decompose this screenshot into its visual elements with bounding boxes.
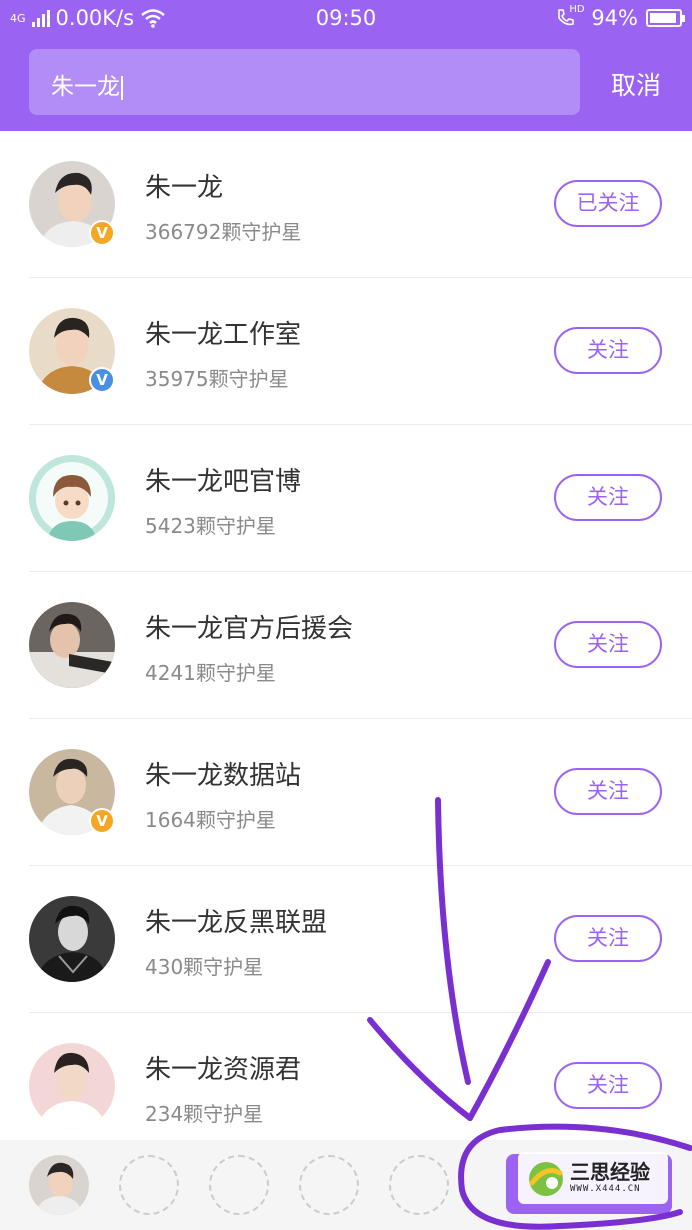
battery-fill <box>650 13 676 23</box>
watermark-url: WWW.X444.CN <box>570 1184 641 1194</box>
follow-button[interactable]: 关注 <box>554 915 662 962</box>
result-name: 朱一龙吧官博 <box>145 467 302 497</box>
verified-badge: V <box>89 367 115 393</box>
watermark-title: 三思经验 <box>570 1160 650 1184</box>
result-name: 朱一龙数据站 <box>145 761 302 791</box>
avatar <box>29 602 115 688</box>
status-bar: 4G 0.00K/s 09:50 HD 94% <box>0 0 692 38</box>
search-value: 朱一龙 <box>51 74 120 100</box>
selected-avatar[interactable] <box>29 1155 89 1215</box>
result-name: 朱一龙资源君 <box>145 1055 302 1085</box>
search-value-wrap: 朱一龙 <box>51 67 123 101</box>
watermark-icon <box>529 1162 563 1196</box>
avatar <box>29 896 115 982</box>
follow-button[interactable]: 关注 <box>554 768 662 815</box>
result-star-count: 366792颗守护星 <box>145 220 302 244</box>
follow-button[interactable]: 关注 <box>554 1062 662 1109</box>
follow-button[interactable]: 关注 <box>554 327 662 374</box>
result-star-count: 430颗守护星 <box>145 955 264 979</box>
search-input[interactable]: 朱一龙 <box>29 49 580 115</box>
follow-button[interactable]: 关注 <box>554 474 662 521</box>
list-item[interactable]: 朱一龙吧官博 5423颗守护星 关注 <box>0 425 692 572</box>
result-star-count: 35975颗守护星 <box>145 367 289 391</box>
empty-slot[interactable] <box>389 1155 449 1215</box>
text-caret <box>121 75 123 100</box>
list-item[interactable]: V 朱一龙工作室 35975颗守护星 关注 <box>0 278 692 425</box>
verified-badge: V <box>89 808 115 834</box>
verified-badge: V <box>89 220 115 246</box>
hd-label: HD <box>569 4 585 15</box>
result-name: 朱一龙 <box>145 173 224 203</box>
result-list: V 朱一龙 366792颗守护星 已关注 V 朱一龙工作室 35975颗守护星 … <box>0 131 692 1160</box>
empty-slot[interactable] <box>299 1155 359 1215</box>
empty-slot[interactable] <box>119 1155 179 1215</box>
result-star-count: 4241颗守护星 <box>145 661 276 685</box>
result-name: 朱一龙反黑联盟 <box>145 908 328 938</box>
result-name: 朱一龙官方后援会 <box>145 614 354 644</box>
avatar <box>29 1043 115 1129</box>
status-right: HD 94% <box>555 4 685 30</box>
list-item[interactable]: 朱一龙反黑联盟 430颗守护星 关注 <box>0 866 692 1013</box>
followed-button[interactable]: 已关注 <box>554 180 662 227</box>
result-star-count: 1664颗守护星 <box>145 808 276 832</box>
follow-button[interactable]: 关注 <box>554 621 662 668</box>
list-item[interactable]: V 朱一龙 366792颗守护星 已关注 <box>0 131 692 278</box>
cancel-button[interactable]: 取消 <box>596 66 676 102</box>
battery-percent: 94% <box>591 6 638 30</box>
result-name: 朱一龙工作室 <box>145 320 302 350</box>
list-item[interactable]: 朱一龙资源君 234颗守护星 关注 <box>0 1013 692 1160</box>
hd-call-icon: HD <box>555 4 585 28</box>
avatar <box>29 455 115 541</box>
list-item[interactable]: V 朱一龙数据站 1664颗守护星 关注 <box>0 719 692 866</box>
list-item[interactable]: 朱一龙官方后援会 4241颗守护星 关注 <box>0 572 692 719</box>
result-star-count: 5423颗守护星 <box>145 514 276 538</box>
battery-icon <box>646 9 685 27</box>
top-header: 4G 0.00K/s 09:50 HD 94% 朱一龙 取消 <box>0 0 692 131</box>
result-star-count: 234颗守护星 <box>145 1102 264 1126</box>
empty-slot[interactable] <box>209 1155 269 1215</box>
watermark-logo: 三思经验 WWW.X444.CN <box>518 1152 668 1204</box>
